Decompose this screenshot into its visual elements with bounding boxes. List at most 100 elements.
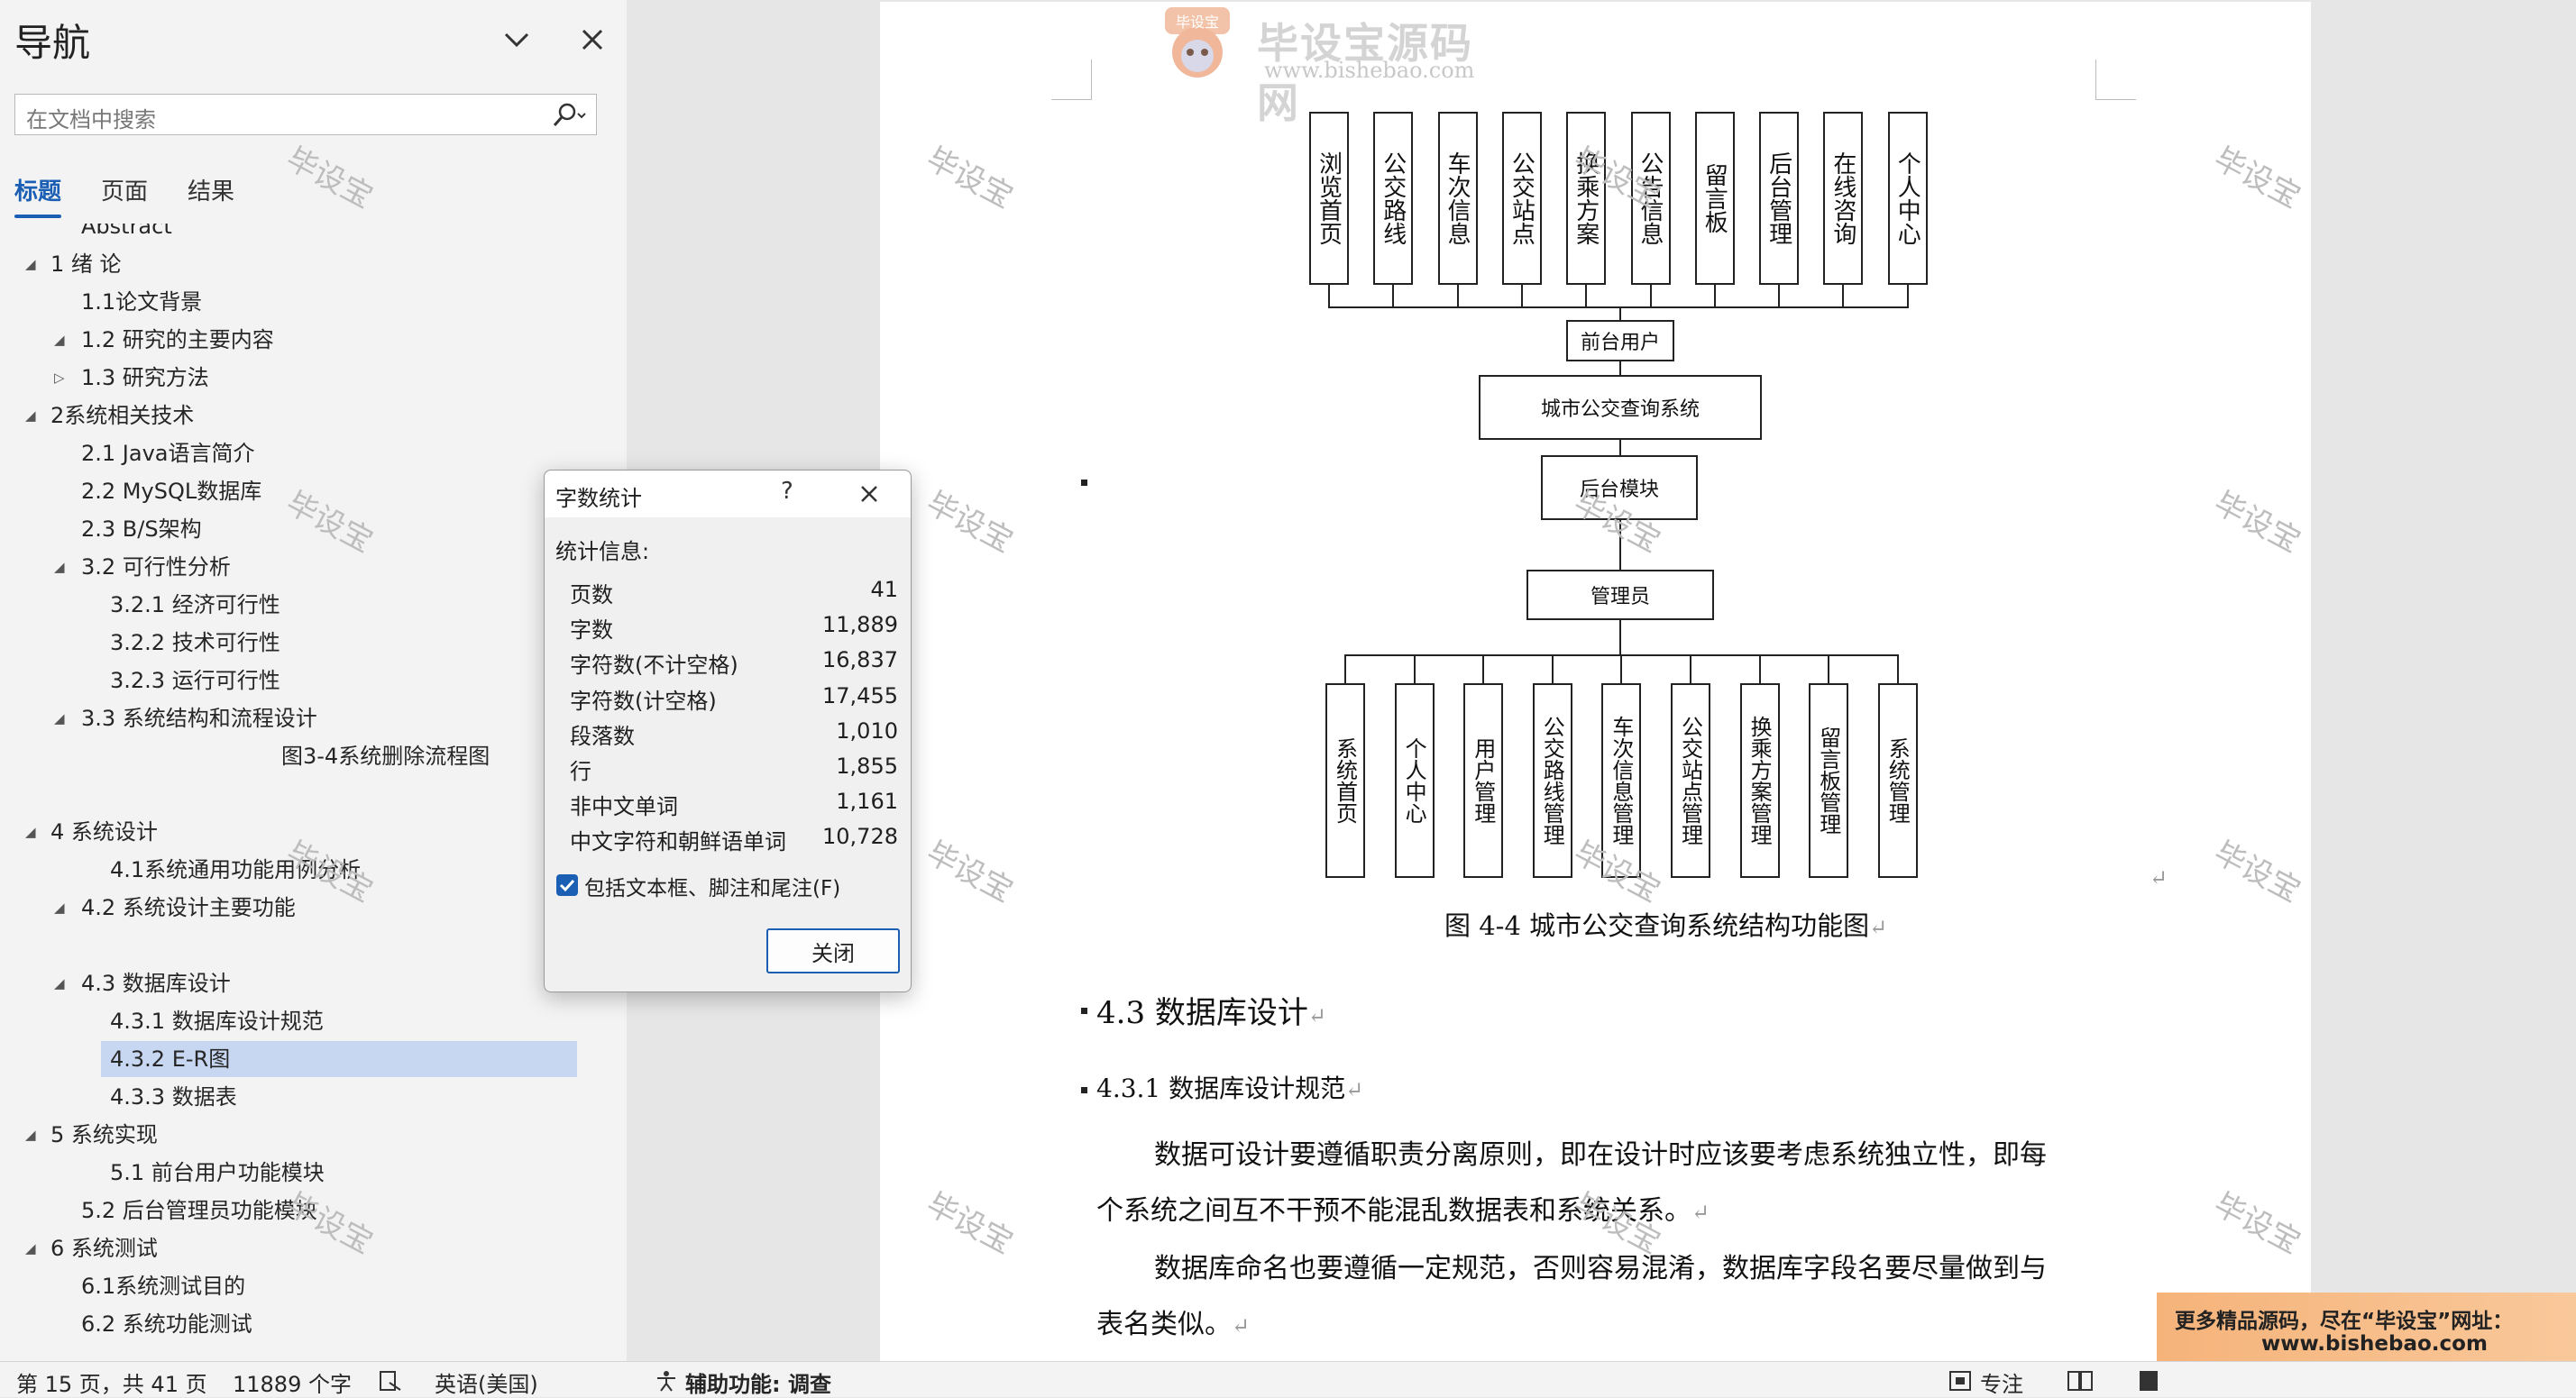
- pilcrow-mark: ↵: [1307, 1003, 1326, 1028]
- connector-line: [1328, 285, 1330, 306]
- expand-triangle-icon[interactable]: ◢: [25, 249, 36, 279]
- include-textboxes-label[interactable]: 包括文本框、脚注和尾注(F): [584, 871, 840, 901]
- expand-triangle-icon[interactable]: ◢: [25, 817, 36, 847]
- stat-label: 字数: [570, 617, 613, 644]
- tab-pages[interactable]: 页面: [101, 173, 148, 206]
- navigation-pane: 导航 在文档中搜索 标题 页面 结果 Abstract ◢ 1 绪 论 1.1论文背景…: [0, 0, 627, 1361]
- nav-heading-item[interactable]: 4.3.3 数据表: [110, 1082, 237, 1112]
- body-paragraph-line: 表名类似。↵: [1096, 1309, 1251, 1340]
- pilcrow-mark: ↵: [1869, 915, 1888, 940]
- nav-heading-item[interactable]: 6 系统测试: [50, 1233, 158, 1264]
- nav-heading-item[interactable]: 4.3.1 数据库设计规范: [110, 1006, 324, 1037]
- help-button[interactable]: ?: [781, 478, 793, 505]
- nav-heading-item[interactable]: 4 系统设计: [50, 817, 158, 847]
- nav-heading-item[interactable]: 1 绪 论: [50, 249, 122, 279]
- nav-heading-item[interactable]: 5 系统实现: [50, 1119, 158, 1150]
- nav-heading-item[interactable]: 3.2.2 技术可行性: [110, 627, 280, 658]
- admin-module-box: 留言板管理: [1809, 683, 1849, 878]
- pilcrow-mark: ↵: [1345, 1077, 1364, 1102]
- nav-heading-item[interactable]: 3.2.1 经济可行性: [110, 589, 280, 620]
- stats-label: 统计信息:: [555, 539, 650, 564]
- expand-triangle-icon[interactable]: ◢: [54, 324, 65, 355]
- collapse-triangle-icon[interactable]: ▷: [54, 362, 65, 393]
- nav-heading-item[interactable]: 6.1系统测试目的: [81, 1271, 245, 1302]
- front-module-box: 公交站点: [1501, 112, 1542, 285]
- expand-triangle-icon[interactable]: ◢: [54, 968, 65, 999]
- nav-heading-item[interactable]: 2.1 Java语言简介: [81, 438, 255, 469]
- nav-heading-item[interactable]: 3.2 可行性分析: [81, 552, 231, 582]
- heading-tree: Abstract ◢ 1 绪 论 1.1论文背景 ◢ 1.2 研究的主要内容 ▷ 1.3 研究…: [0, 224, 627, 1341]
- stat-value: 10,728: [822, 824, 898, 850]
- chevron-down-icon[interactable]: [499, 22, 535, 58]
- margin-corner: [2095, 59, 2136, 100]
- word-count-indicator[interactable]: 11889 个字: [233, 1366, 352, 1398]
- promo-banner[interactable]: 更多精品源码，尽在“毕设宝”网址： www.bishebao.com: [2157, 1293, 2576, 1361]
- admin-module-box: 公交站点管理: [1671, 683, 1710, 878]
- search-input[interactable]: 在文档中搜索: [14, 94, 597, 135]
- nav-heading-item[interactable]: Abstract: [81, 224, 172, 242]
- expand-triangle-icon[interactable]: ◢: [25, 1119, 36, 1150]
- paragraph-marker: [1081, 1008, 1087, 1014]
- word-count-dialog: 字数统计 ? 统计信息: 页数 41 字数 11,889 字符数(不计空格) 16,837…: [544, 470, 912, 992]
- stat-label: 字符数(计空格): [570, 688, 717, 714]
- accessibility-indicator[interactable]: 辅助功能: 调查: [685, 1366, 831, 1398]
- include-textboxes-checkbox[interactable]: [556, 874, 578, 896]
- accessibility-icon[interactable]: [655, 1370, 678, 1392]
- expand-triangle-icon[interactable]: ◢: [25, 1233, 36, 1264]
- nav-heading-item[interactable]: 4.3 数据库设计: [81, 968, 231, 999]
- tab-headings[interactable]: 标题: [14, 173, 61, 206]
- nav-heading-item[interactable]: 图3-4系统删除流程图: [281, 741, 490, 772]
- connector-line: [1619, 440, 1621, 456]
- connector-line: [1328, 306, 1909, 308]
- expand-triangle-icon[interactable]: ◢: [54, 892, 65, 923]
- tab-results[interactable]: 结果: [188, 173, 234, 206]
- stat-label: 中文字符和朝鲜语单词: [570, 829, 786, 855]
- front-module-box: 个人中心: [1887, 112, 1928, 285]
- front-module-box: 公交路线: [1373, 112, 1414, 285]
- dialog-titlebar[interactable]: 字数统计 ?: [545, 471, 911, 517]
- nav-heading-item[interactable]: 3.2.3 运行可行性: [110, 665, 280, 696]
- admin-module-box: 系统首页: [1325, 683, 1365, 878]
- connector-line: [1482, 654, 1485, 683]
- connector-line: [1896, 654, 1899, 683]
- front-module-box: 在线咨询: [1823, 112, 1864, 285]
- expand-triangle-icon[interactable]: ◢: [54, 703, 65, 734]
- nav-heading-item[interactable]: 1.1论文背景: [81, 287, 202, 317]
- close-button[interactable]: 关闭: [766, 928, 900, 973]
- close-icon[interactable]: [574, 22, 610, 58]
- pilcrow-mark: ↵: [1691, 1200, 1710, 1225]
- connector-line: [1690, 654, 1691, 683]
- nav-heading-item[interactable]: 2.3 B/S架构: [81, 514, 202, 544]
- nav-heading-item[interactable]: 5.2 后台管理员功能模块: [81, 1195, 317, 1226]
- nav-heading-item[interactable]: 4.3.2 E-R图: [110, 1044, 230, 1074]
- nav-heading-item[interactable]: 2系统相关技术: [50, 400, 194, 431]
- stat-value: 11,889: [822, 612, 898, 638]
- stat-label: 段落数: [570, 723, 635, 749]
- page-indicator[interactable]: 第 15 页，共 41 页: [16, 1366, 207, 1398]
- nav-heading-item[interactable]: 3.3 系统结构和流程设计: [81, 703, 317, 734]
- language-indicator[interactable]: 英语(美国): [435, 1366, 538, 1398]
- paragraph-marker: [1081, 480, 1087, 486]
- nav-heading-item[interactable]: 5.1 前台用户功能模块: [110, 1157, 325, 1188]
- connector-line: [1906, 285, 1909, 306]
- stat-value: 1,855: [836, 754, 898, 779]
- focus-icon[interactable]: [1948, 1369, 1973, 1393]
- stat-value: 17,455: [822, 682, 898, 708]
- admin-module-box: 用户管理: [1463, 683, 1504, 878]
- read-mode-icon[interactable]: [2067, 1369, 2094, 1393]
- proofing-icon[interactable]: [379, 1370, 402, 1392]
- search-icon[interactable]: [551, 101, 587, 130]
- nav-heading-item[interactable]: 6.2 系统功能测试: [81, 1309, 252, 1339]
- close-icon[interactable]: [855, 480, 884, 508]
- nav-heading-item[interactable]: 1.2 研究的主要内容: [81, 324, 274, 355]
- print-layout-icon[interactable]: [2137, 1369, 2160, 1393]
- margin-corner: [1051, 59, 1092, 100]
- focus-mode-label[interactable]: 专注: [1980, 1366, 2023, 1398]
- nav-heading-item[interactable]: 4.2 系统设计主要功能: [81, 892, 296, 923]
- site-logo: 毕设宝 毕设宝源码网 www.bishebao.com: [1163, 5, 1506, 127]
- expand-triangle-icon[interactable]: ◢: [54, 552, 65, 582]
- nav-heading-item[interactable]: 1.3 研究方法: [81, 362, 209, 393]
- body-paragraph-line: 数据可设计要遵循职责分离原则，即在设计时应该要考虑系统独立性，即每: [1154, 1139, 2047, 1171]
- expand-triangle-icon[interactable]: ◢: [25, 400, 36, 431]
- nav-heading-item[interactable]: 2.2 MySQL数据库: [81, 476, 261, 507]
